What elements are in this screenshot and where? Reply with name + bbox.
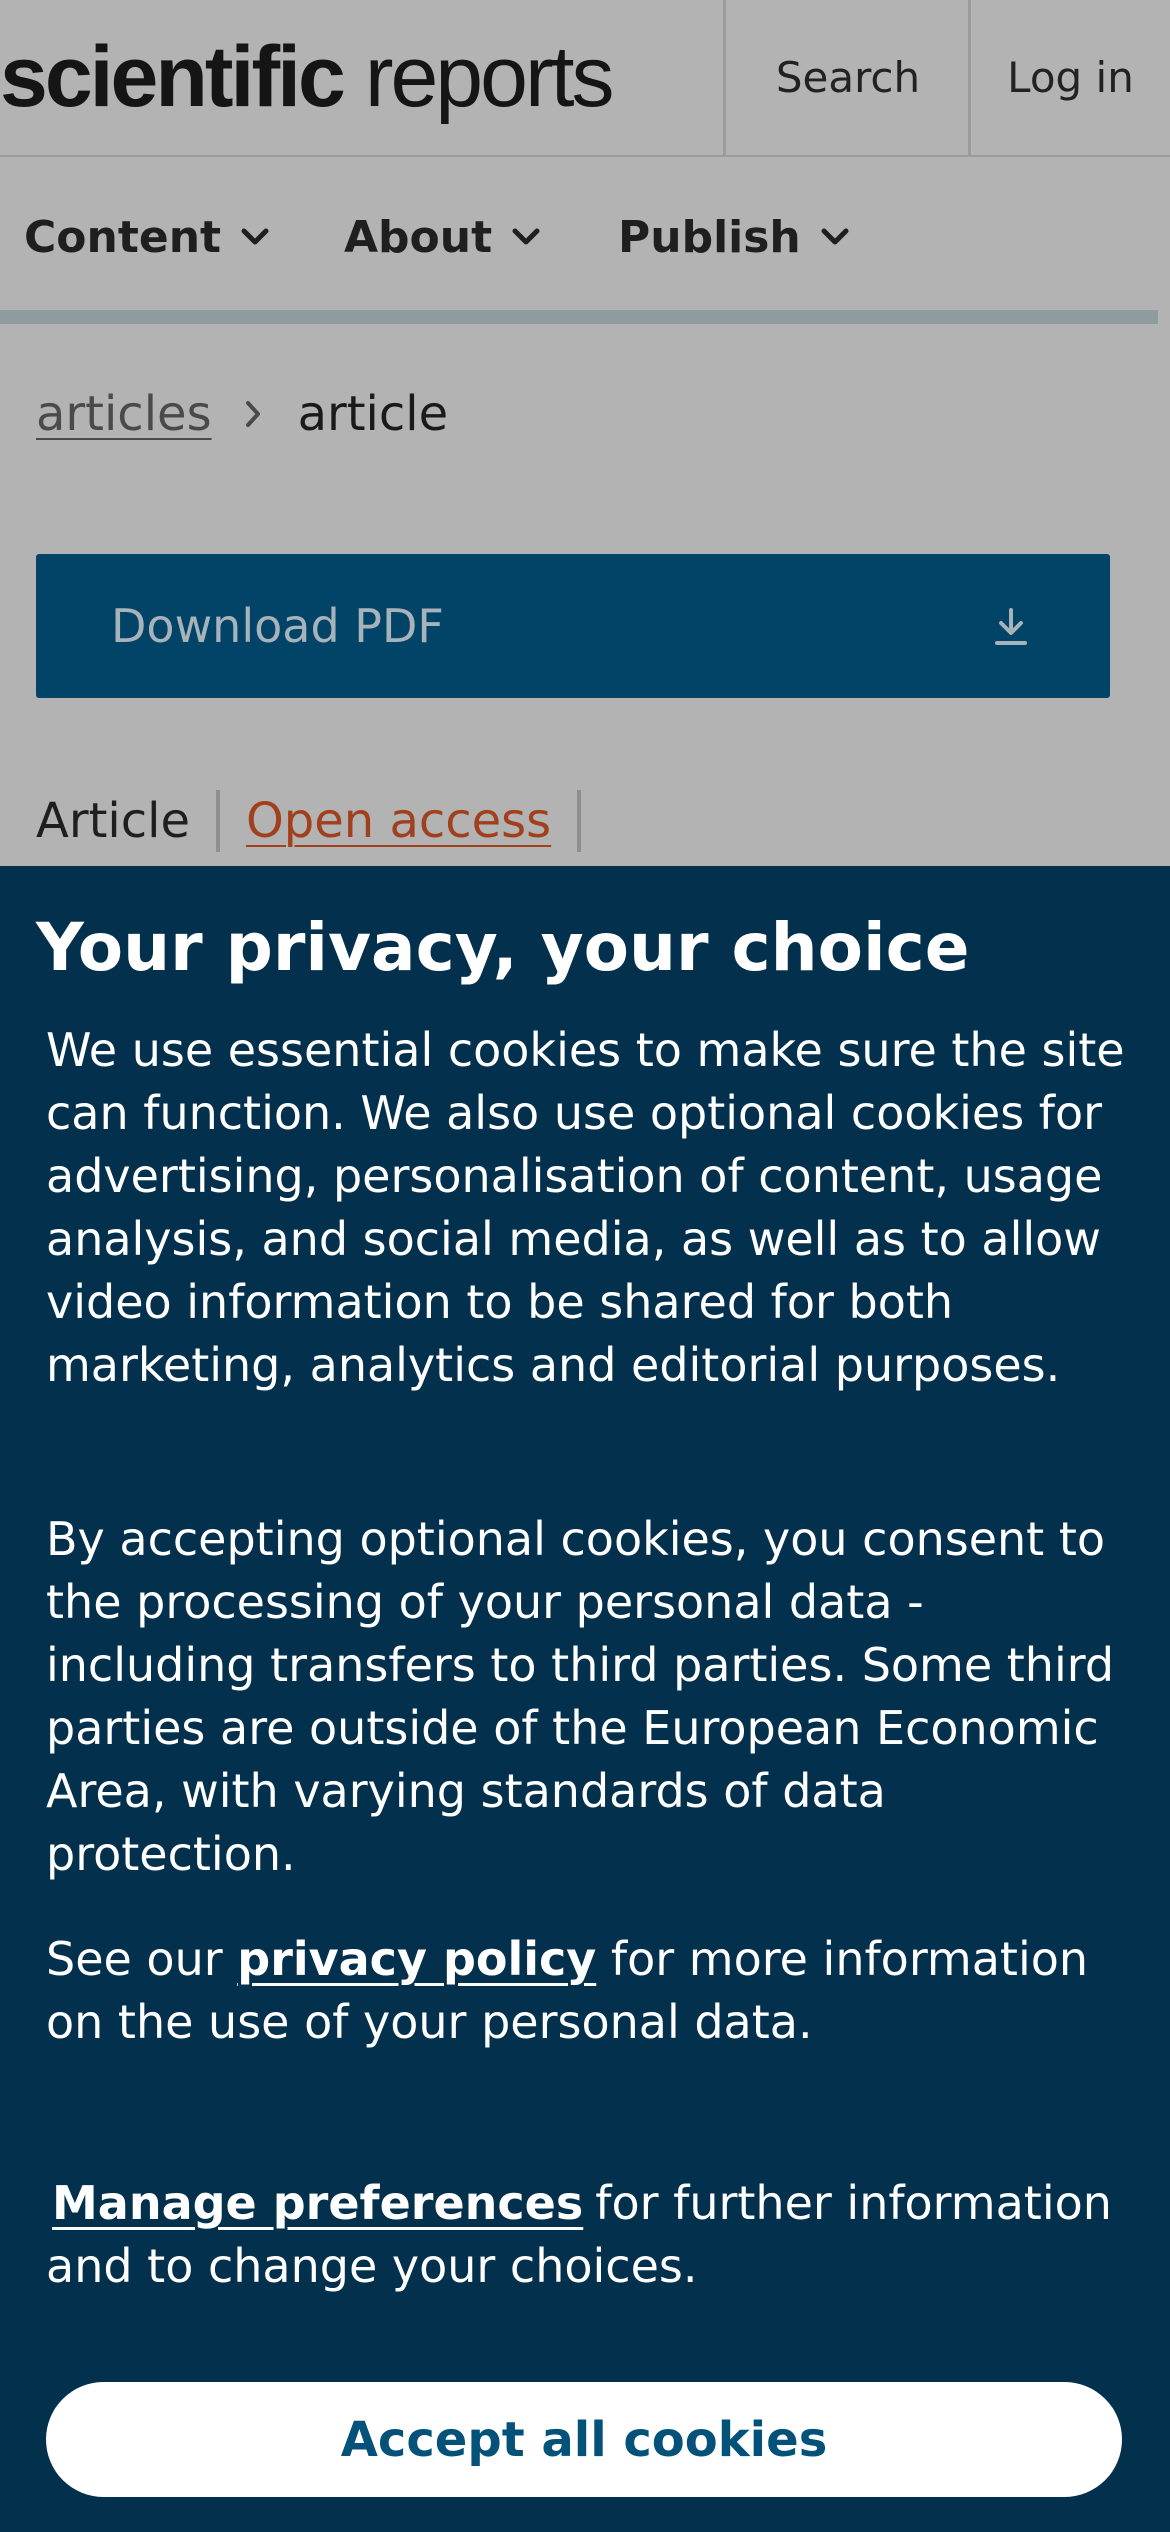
cookie-paragraph-privacy: See our privacy policy for more informat… bbox=[46, 1928, 1136, 2054]
breadcrumb-link-articles[interactable]: articles bbox=[36, 386, 212, 442]
manage-preferences-link[interactable]: Manage preferences bbox=[52, 2172, 583, 2235]
chevron-down-icon bbox=[821, 228, 849, 246]
login-label: Log in bbox=[1007, 53, 1134, 102]
logo-bold-text: scientific bbox=[0, 29, 346, 125]
chevron-right-icon bbox=[244, 399, 262, 429]
site-header: scientific reports Search Log in bbox=[0, 0, 1170, 157]
breadcrumb: articles article bbox=[36, 382, 448, 446]
chevron-down-icon bbox=[241, 228, 269, 246]
nav-item-label: About bbox=[344, 211, 493, 263]
cookie-consent-banner: Your privacy, your choice We use essenti… bbox=[0, 866, 1170, 2532]
accept-all-cookies-button[interactable]: Accept all cookies bbox=[46, 2382, 1122, 2497]
nav-item-content[interactable]: Content bbox=[24, 202, 269, 272]
download-pdf-label: Download PDF bbox=[111, 599, 444, 653]
download-pdf-button[interactable]: Download PDF bbox=[36, 554, 1110, 698]
privacy-prefix: See our bbox=[46, 1932, 223, 1986]
nav-item-publish[interactable]: Publish bbox=[618, 202, 849, 272]
breadcrumb-current: article bbox=[297, 386, 449, 442]
article-meta: Article Open access bbox=[36, 786, 607, 856]
meta-divider bbox=[577, 790, 582, 852]
chevron-down-icon bbox=[512, 228, 540, 246]
logo-light-text: reports bbox=[364, 29, 615, 125]
nav-divider bbox=[0, 310, 1158, 324]
article-type: Article bbox=[36, 793, 190, 849]
cookie-paragraph-preferences: Manage preferences for further informatio… bbox=[46, 2172, 1136, 2298]
cookie-banner-title: Your privacy, your choice bbox=[36, 909, 970, 986]
open-access-link[interactable]: Open access bbox=[246, 793, 551, 849]
nav-item-label: Publish bbox=[618, 211, 801, 263]
privacy-policy-link[interactable]: privacy policy bbox=[237, 1932, 596, 1986]
login-button[interactable]: Log in bbox=[968, 0, 1170, 155]
main-nav: Content About Publish bbox=[0, 157, 1170, 314]
nav-item-about[interactable]: About bbox=[344, 202, 540, 272]
site-logo[interactable]: scientific reports bbox=[0, 12, 615, 142]
search-button[interactable]: Search bbox=[723, 0, 970, 155]
download-icon bbox=[992, 606, 1030, 652]
cookie-paragraph-consent: By accepting optional cookies, you conse… bbox=[46, 1512, 1115, 1881]
nav-item-label: Content bbox=[24, 211, 222, 263]
cookie-paragraph-essential: We use essential cookies to make sure th… bbox=[46, 1023, 1125, 1392]
search-label: Search bbox=[775, 53, 921, 102]
meta-divider bbox=[215, 790, 220, 852]
